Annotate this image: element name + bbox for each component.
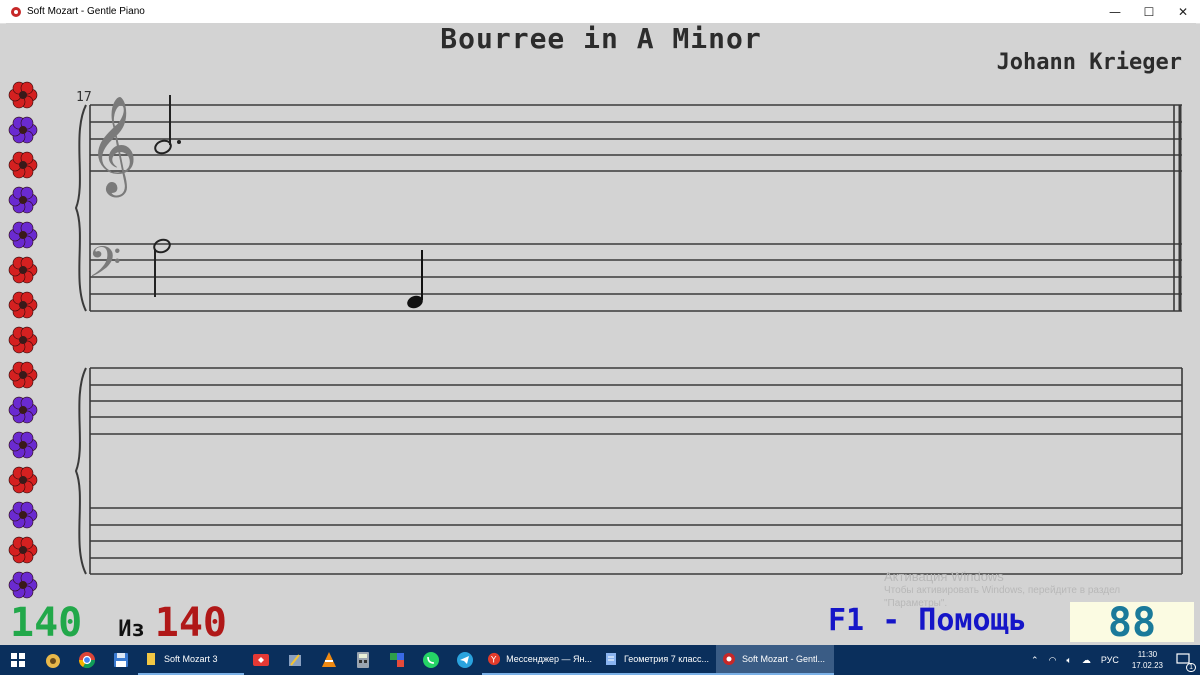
- clock-date: 17.02.23: [1131, 661, 1163, 670]
- grand-staff-2: [74, 367, 1183, 575]
- watermark-line1: Чтобы активировать Windows, перейдите в …: [884, 585, 1121, 596]
- svg-text:Y: Y: [490, 655, 497, 665]
- soft-mozart-icon: [723, 653, 735, 665]
- taskbar-app-label: Геометрия 7 класс...: [624, 654, 710, 664]
- start-button[interactable]: [0, 645, 36, 675]
- flower-icon: [8, 116, 38, 144]
- flower-icon: [8, 466, 38, 494]
- chevron-up-icon[interactable]: ⌃: [1031, 655, 1039, 666]
- flower-icon: [8, 326, 38, 354]
- grand-staff-1: [74, 104, 1182, 312]
- taskbar-app-2[interactable]: Геометрия 7 класс...: [598, 645, 716, 675]
- flower-icon: [8, 256, 38, 284]
- taskbar-save-app[interactable]: [104, 645, 138, 675]
- maximize-button[interactable]: ☐: [1132, 0, 1166, 23]
- tools-icon: [289, 654, 301, 666]
- dotted-half-note: [154, 95, 172, 155]
- flower-icon: [8, 361, 38, 389]
- quarter-note-bass: [407, 250, 423, 309]
- flower-icon: [8, 151, 38, 179]
- taskbar-vlc[interactable]: [312, 645, 346, 675]
- taskbar-cat-app[interactable]: [36, 645, 70, 675]
- taskbar-app-blocks[interactable]: [380, 645, 414, 675]
- window-title: Soft Mozart - Gentle Piano: [27, 6, 145, 17]
- flower-icon: [8, 221, 38, 249]
- calculator-icon: [357, 652, 369, 668]
- flower-icon: [8, 431, 38, 459]
- soft-mozart-icon: [11, 6, 21, 17]
- taskbar-anydesk[interactable]: [244, 645, 278, 675]
- note-dot: [177, 140, 181, 144]
- title-bar[interactable]: Soft Mozart - Gentle Piano — ☐ ✕: [0, 0, 1200, 24]
- counter-total: 140: [154, 600, 227, 645]
- taskbar-chrome[interactable]: [70, 645, 104, 675]
- watermark-title: Активация Windows: [884, 569, 1004, 584]
- flower-column: [8, 81, 38, 599]
- app-window: Soft Mozart - Gentle Piano — ☐ ✕ Bourree…: [0, 0, 1200, 645]
- help-hint[interactable]: F1 - Помощь: [828, 603, 1027, 638]
- whatsapp-icon: [423, 652, 439, 668]
- music-score: 17 𝄞 𝄢: [74, 90, 1183, 575]
- windows-logo-icon: [11, 653, 25, 667]
- flower-icon: [8, 186, 38, 214]
- blocks-icon: [390, 653, 404, 667]
- treble-clef-icon: 𝄞: [88, 95, 138, 197]
- flower-icon: [8, 81, 38, 109]
- notification-count: 1: [1186, 663, 1196, 672]
- minimize-button[interactable]: —: [1098, 0, 1132, 23]
- chrome-icon: [78, 652, 96, 669]
- language-indicator[interactable]: РУС: [1101, 655, 1119, 665]
- taskbar-app-1[interactable]: Y Мессенджер — Ян...: [482, 645, 598, 675]
- flower-icon: [8, 291, 38, 319]
- taskbar-telegram[interactable]: [448, 645, 482, 675]
- flower-icon: [8, 571, 38, 599]
- cat-app-icon: [46, 654, 60, 668]
- bass-clef-icon: 𝄢: [88, 238, 121, 298]
- taskbar: Soft Mozart 3 Y Мессенджер — Ян... Геоме…: [0, 645, 1200, 675]
- volume-icon[interactable]: 🔈︎: [1066, 655, 1071, 666]
- folder-icon: [147, 653, 155, 665]
- score-display: 88: [1070, 602, 1194, 644]
- counter-of-label: Из: [118, 617, 145, 642]
- taskbar-app-label: Soft Mozart 3: [164, 654, 218, 664]
- taskbar-app-3[interactable]: Soft Mozart - Gentl...: [716, 645, 834, 675]
- close-button[interactable]: ✕: [1166, 0, 1200, 23]
- telegram-icon: [457, 652, 473, 668]
- half-note-bass: [153, 238, 171, 297]
- taskbar-app-label: Мессенджер — Ян...: [506, 654, 592, 664]
- progress-counter: 140 Из 140: [10, 600, 227, 645]
- clock[interactable]: 11:30 17.02.23: [1132, 649, 1163, 671]
- cloud-icon[interactable]: ☁︎: [1082, 655, 1091, 666]
- taskbar-calculator[interactable]: [346, 645, 380, 675]
- flower-icon: [8, 536, 38, 564]
- flower-icon: [8, 396, 38, 424]
- floppy-icon: [114, 653, 128, 667]
- taskbar-app-label: Soft Mozart - Gentl...: [742, 654, 826, 664]
- flower-icon: [8, 501, 38, 529]
- vlc-icon: [322, 652, 336, 667]
- yandex-icon: Y: [488, 652, 501, 665]
- taskbar-app-0[interactable]: Soft Mozart 3: [138, 645, 244, 675]
- notification-icon[interactable]: 1: [1176, 652, 1196, 672]
- wifi-icon[interactable]: ◠: [1049, 655, 1057, 666]
- clock-time: 11:30: [1137, 650, 1158, 659]
- anydesk-icon: [253, 654, 269, 666]
- document-icon: [606, 653, 616, 665]
- taskbar-tools[interactable]: [278, 645, 312, 675]
- score-area: Bourree in A Minor Johann Krieger 17 𝄞 𝄢…: [6, 23, 1196, 645]
- taskbar-whatsapp[interactable]: [414, 645, 448, 675]
- counter-current: 140: [10, 600, 83, 645]
- system-tray: ⌃ ◠ 🔈︎ ☁︎ РУС 11:30 17.02.23 1: [1026, 645, 1200, 675]
